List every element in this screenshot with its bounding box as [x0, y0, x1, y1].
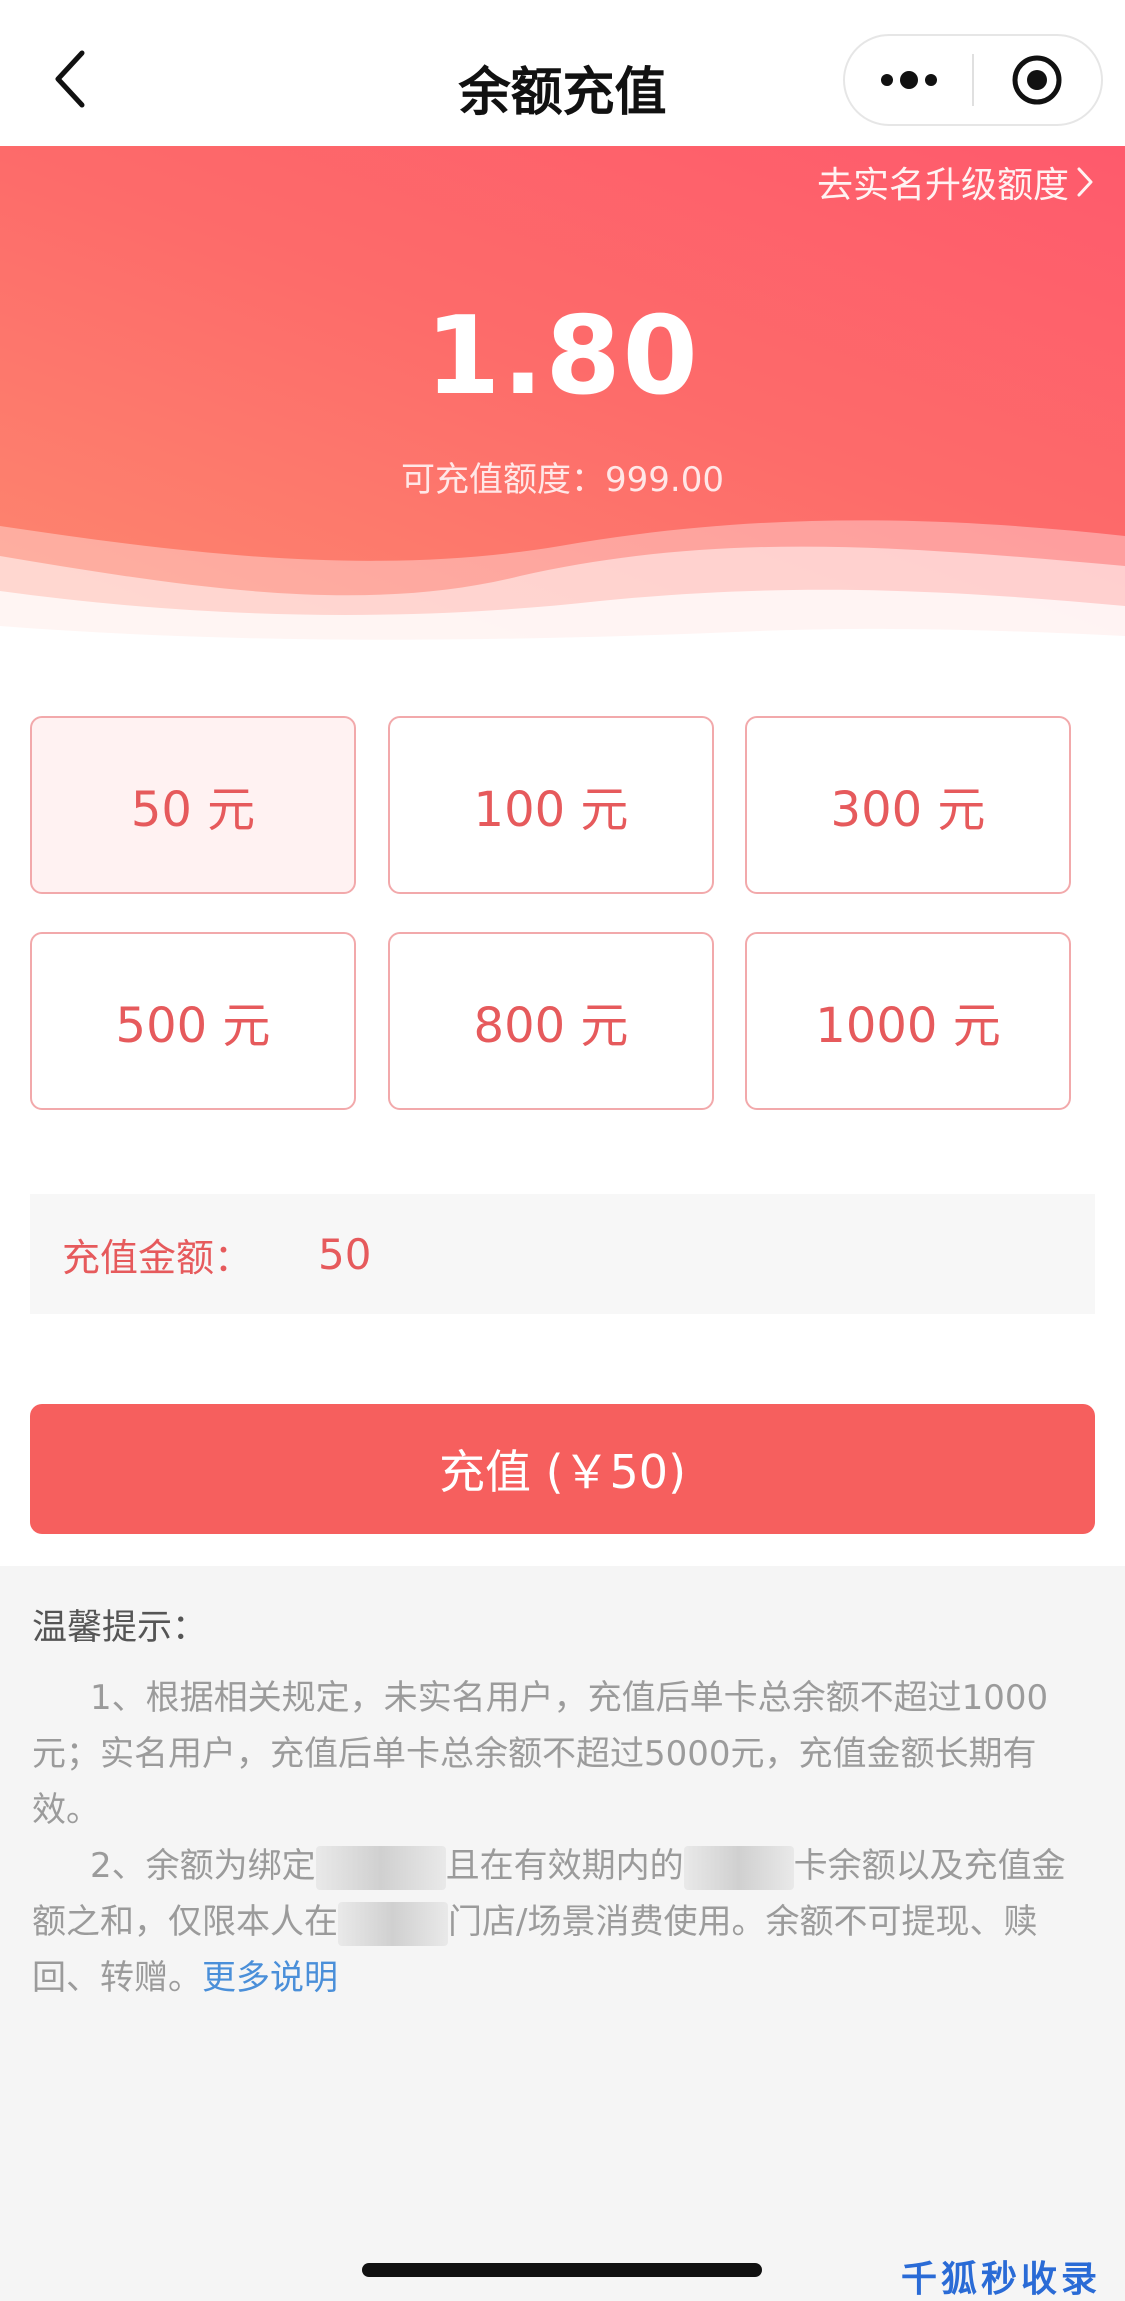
tips-section: 温馨提示： 1、根据相关规定，未实名用户，充值后单卡总余额不超过1000元；实名… — [32, 1600, 1092, 2006]
more-dots-icon — [880, 71, 937, 89]
amount-option-500[interactable]: 500 元 — [30, 932, 356, 1110]
watermark: 千狐秒收录 — [900, 2259, 1101, 2300]
amount-option-100[interactable]: 100 元 — [388, 716, 714, 894]
upgrade-label: 去实名升级额度 — [816, 165, 1069, 206]
tips-text: 且在有效期内的 — [445, 1846, 684, 1886]
tips-title: 温馨提示： — [32, 1608, 208, 1648]
balance-banner: 去实名升级额度 1.80 可充值额度：999.00 — [0, 146, 1125, 666]
amount-input-label: 充值金额： — [62, 1235, 253, 1280]
tips-paragraph-2: 2、余额为绑定 且在有效期内的 卡余额以及充值金额之和，仅限本人在 门店/场景消费使用… — [32, 1838, 1092, 2006]
redacted-block — [338, 1901, 448, 1946]
nav-bar: 余额充值 — [0, 0, 1125, 146]
amount-option-800[interactable]: 800 元 — [388, 932, 714, 1110]
recharge-page: 余额充值 去实名升级额度 1.80 可充值额度：999.00 50 元 100 … — [0, 0, 1125, 2301]
close-button[interactable] — [974, 36, 1101, 124]
balance-amount: 1.80 — [425, 294, 700, 419]
amount-option-50[interactable]: 50 元 — [30, 716, 356, 894]
wave-decoration — [0, 520, 1125, 666]
tips-paragraph-1: 1、根据相关规定，未实名用户，充值后单卡总余额不超过1000元；实名用户，充值后… — [32, 1678, 1049, 1830]
tips-text: 2、余额为绑定 — [90, 1846, 316, 1886]
more-info-link[interactable]: 更多说明 — [202, 1958, 338, 1998]
amount-option-300[interactable]: 300 元 — [745, 716, 1071, 894]
amount-option-1000[interactable]: 1000 元 — [745, 932, 1071, 1110]
recharge-button[interactable]: 充值 (￥50) — [30, 1404, 1095, 1534]
more-button[interactable] — [845, 36, 972, 124]
recharge-content: 50 元 100 元 300 元 500 元 800 元 1000 元 充值金额… — [0, 666, 1125, 1566]
home-indicator — [362, 2263, 762, 2277]
amount-input-row[interactable]: 充值金额： 50 — [30, 1194, 1095, 1314]
redacted-block — [315, 1845, 446, 1890]
amount-input[interactable]: 50 — [318, 1230, 371, 1279]
recharge-limit: 可充值额度：999.00 — [401, 460, 724, 500]
mini-program-capsule — [843, 34, 1103, 126]
target-circle-icon — [1012, 55, 1062, 105]
upgrade-link[interactable]: 去实名升级额度 — [817, 156, 1095, 208]
chevron-right-icon — [1077, 167, 1093, 197]
redacted-block — [683, 1845, 794, 1890]
